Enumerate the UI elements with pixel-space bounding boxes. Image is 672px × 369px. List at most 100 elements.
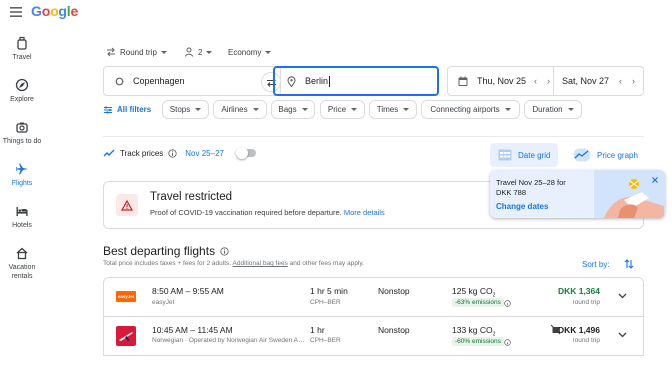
filter-chip-airlines[interactable]: Airlines: [213, 100, 267, 119]
sidebar-item-hotels[interactable]: Hotels: [0, 204, 44, 230]
chevron-down-icon: [160, 50, 167, 54]
filter-chip-bags[interactable]: Bags: [271, 100, 315, 119]
suitcase-icon: [17, 36, 27, 50]
info-icon[interactable]: [168, 148, 177, 158]
passengers-count: 2: [198, 47, 203, 57]
chip-label: Price: [327, 105, 347, 114]
flight-times: 10:45 AM – 11:45 AM: [152, 325, 233, 335]
return-date-field[interactable]: Sat, Nov 27 ‹ ›: [554, 67, 643, 95]
emissions-badge: -60% emissions: [452, 337, 504, 346]
flight-duration: 1 hr: [310, 325, 325, 335]
date-grid-button[interactable]: Date grid: [490, 143, 559, 167]
filter-chip-stops[interactable]: Stops: [162, 100, 209, 119]
filter-chip-duration[interactable]: Duration: [524, 100, 582, 119]
chevron-left-icon[interactable]: ‹: [619, 76, 622, 86]
sidebar-item-label: Explore: [10, 96, 34, 103]
chevron-down-icon[interactable]: [618, 293, 627, 299]
chevron-right-icon[interactable]: ›: [547, 76, 550, 86]
trip-type-label: Round trip: [120, 47, 157, 57]
chip-label: Connecting airports: [430, 105, 500, 114]
origin-value: Copenhagen: [133, 76, 185, 86]
price-type: round trip: [572, 299, 600, 306]
person-icon: [185, 47, 193, 57]
depart-date-field[interactable]: Thu, Nov 25 ‹ ›: [448, 67, 554, 95]
class-select[interactable]: Economy: [228, 44, 272, 60]
filter-icon: [104, 105, 112, 114]
tooltip-line-2: DKK 788: [496, 188, 527, 197]
chevron-down-icon[interactable]: [618, 332, 627, 338]
emissions-badge: -63% emissions: [452, 298, 504, 307]
track-prices-toggle[interactable]: [235, 147, 256, 159]
chip-label: Airlines: [221, 105, 248, 114]
sort-by-label: Sort by:: [582, 259, 610, 269]
destination-field[interactable]: Berlin: [273, 66, 439, 96]
return-date-value: Sat, Nov 27: [562, 76, 610, 86]
close-icon[interactable]: [651, 176, 659, 184]
menu-icon[interactable]: [8, 4, 24, 20]
chevron-down-icon: [206, 50, 213, 54]
date-grid-label: Date grid: [518, 150, 551, 160]
passengers-select[interactable]: 2: [184, 44, 213, 60]
logo-letter: G: [31, 3, 42, 19]
flight-result-row[interactable]: easyJet 8:50 AM – 9:55 AM easyJet 1 hr 5…: [103, 277, 644, 317]
sidebar-item-vacation-rentals[interactable]: Vacation rentals: [0, 246, 44, 281]
chip-label: Duration: [532, 105, 563, 114]
origin-field[interactable]: Copenhagen: [103, 66, 281, 96]
sidebar-item-things-to-do[interactable]: Things to do: [0, 120, 44, 146]
tooltip-text: Travel Nov 25–28 for DKK 788: [496, 178, 566, 198]
chip-label: Stops: [169, 105, 191, 114]
text-cursor: [329, 75, 331, 87]
chevron-down-icon: [195, 108, 202, 111]
info-icon[interactable]: [504, 339, 511, 346]
price-graph-button[interactable]: Price graph: [565, 143, 646, 167]
info-icon[interactable]: [220, 246, 229, 256]
flight-route: CPH–BER: [310, 299, 341, 306]
camera-icon: [16, 122, 28, 133]
flight-co2: 133 kg CO2: [452, 325, 496, 338]
destination-value: Berlin: [305, 76, 329, 86]
sort-by-button[interactable]: Sort by:: [582, 259, 634, 269]
sidebar-item-label: Flights: [11, 180, 33, 187]
sidebar-item-travel[interactable]: Travel: [0, 36, 44, 62]
price-note-text: Total price includes taxes + fees for 2 …: [103, 260, 232, 267]
google-logo[interactable]: Google: [31, 3, 78, 19]
change-dates-link[interactable]: Change dates: [496, 202, 548, 211]
results-heading-text: Best departing flights: [103, 244, 216, 258]
flight-route: CPH–BER: [310, 337, 341, 344]
filter-chip-connecting-airports[interactable]: Connecting airports: [421, 100, 520, 119]
flight-duration: 1 hr 5 min: [310, 286, 348, 296]
track-prices-dates: Nov 25–27: [185, 148, 224, 158]
sidebar-item-explore[interactable]: Explore: [0, 78, 44, 104]
chevron-down-icon: [351, 108, 358, 111]
plane-icon: [16, 163, 28, 175]
chevron-down-icon: [252, 108, 259, 111]
sort-icon: [624, 259, 633, 269]
flight-co2: 125 kg CO2: [452, 286, 496, 299]
info-icon[interactable]: [504, 300, 511, 307]
flight-times: 8:50 AM – 9:55 AM: [152, 286, 224, 296]
filter-chip-price[interactable]: Price: [320, 100, 365, 119]
chevron-down-icon: [504, 108, 511, 111]
filter-chip-times[interactable]: Times: [369, 100, 417, 119]
chevron-left-icon[interactable]: ‹: [534, 76, 537, 86]
date-range-field[interactable]: Thu, Nov 25 ‹ › Sat, Nov 27 ‹ ›: [447, 66, 644, 96]
chevron-down-icon: [301, 108, 308, 111]
chevron-down-icon: [265, 50, 272, 54]
track-prices-label: Track prices: [120, 148, 164, 158]
track-prices-row: Track prices Nov 25–27: [103, 147, 256, 159]
flight-airline: Norwegian · Operated by Norwegian Air Sw…: [152, 337, 305, 344]
price-graph-icon: [573, 148, 591, 162]
flight-result-row[interactable]: 10:45 AM – 11:45 AM Norwegian · Operated…: [103, 316, 644, 356]
sidebar-item-flights[interactable]: Flights: [0, 162, 44, 188]
house-icon: [16, 247, 28, 260]
flight-price: DKK 1,496: [557, 325, 600, 335]
all-filters-button[interactable]: All filters: [103, 100, 151, 119]
bag-fees-link[interactable]: Additional bag fees: [233, 260, 288, 267]
warning-badge: [116, 194, 138, 216]
divider: [103, 136, 644, 137]
co2-value: 133 kg CO: [452, 325, 493, 335]
flight-airline: easyJet: [152, 299, 175, 306]
more-details-link[interactable]: More details: [344, 208, 385, 217]
trip-type-select[interactable]: Round trip: [106, 44, 167, 60]
chevron-right-icon[interactable]: ›: [632, 76, 635, 86]
